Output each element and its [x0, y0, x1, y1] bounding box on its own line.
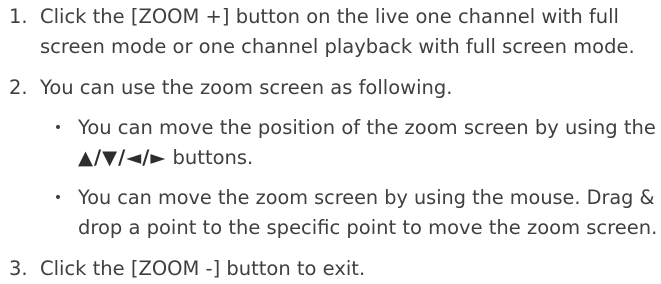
- step-number: 3.: [9, 257, 28, 280]
- step-text-line: Click the [ZOOM +] button on the live on…: [40, 5, 619, 28]
- step-1: 1. Click the [ZOOM +] button on the live…: [0, 2, 661, 62]
- bullet-text-line: drop a point to the specific point to mo…: [78, 216, 658, 239]
- bullet-list: • You can move the position of the zoom …: [0, 113, 658, 243]
- step-2: 2. You can use the zoom screen as follow…: [0, 73, 661, 243]
- bullet-icon: •: [53, 190, 63, 206]
- step-number: 1.: [9, 5, 28, 28]
- step-text-line: Click the [ZOOM -] button to exit.: [40, 257, 366, 280]
- bullet-text-line: You can move the zoom screen by using th…: [78, 186, 655, 209]
- step-number: 2.: [9, 76, 28, 99]
- bullet-text-line-arrows: ▲/▼/◄/► buttons.: [78, 143, 649, 173]
- step-text-line: You can use the zoom screen as following…: [40, 76, 453, 99]
- instruction-document: 1. Click the [ZOOM +] button on the live…: [0, 0, 661, 280]
- step-3: 3. Click the [ZOOM -] button to exit.: [0, 254, 661, 284]
- bullet-icon: •: [53, 120, 63, 136]
- arrow-keys-icon: ▲/▼/◄/►: [78, 146, 167, 169]
- step-text-line: screen mode or one channel playback with…: [40, 35, 635, 58]
- bullet-text-tail: buttons.: [166, 146, 254, 169]
- bullet-item-mouse-drag: • You can move the zoom screen by using …: [0, 183, 658, 243]
- bullet-text-line: You can move the position of the zoom sc…: [78, 116, 656, 139]
- bullet-item-move-position: • You can move the position of the zoom …: [0, 113, 656, 173]
